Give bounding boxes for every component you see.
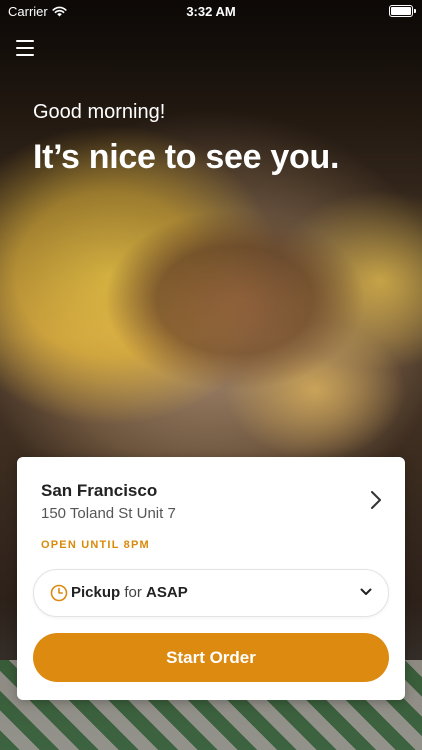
location-card: San Francisco 150 Toland St Unit 7 OPEN … xyxy=(17,457,405,700)
chevron-down-icon xyxy=(360,588,372,595)
menu-line xyxy=(16,40,34,42)
greeting-text: Good morning! xyxy=(33,101,166,123)
for-label: for xyxy=(124,584,142,601)
order-time-label: ASAP xyxy=(146,584,188,601)
open-status-label: OPEN UNTIL 8PM xyxy=(41,539,150,551)
menu-line xyxy=(16,47,34,49)
clock-icon xyxy=(50,584,68,602)
chevron-right-icon[interactable] xyxy=(369,490,383,510)
headline-text: It’s nice to see you. xyxy=(33,138,340,176)
pickup-summary: Pickup for ASAP xyxy=(71,584,188,601)
menu-line xyxy=(16,54,34,56)
pickup-time-selector[interactable]: Pickup for ASAP xyxy=(33,569,389,617)
location-name[interactable]: San Francisco xyxy=(41,481,157,501)
battery-icon xyxy=(389,5,416,17)
start-order-button[interactable]: Start Order xyxy=(33,633,389,682)
hamburger-menu-icon[interactable] xyxy=(16,40,34,56)
status-time: 3:32 AM xyxy=(186,4,236,19)
order-mode-label: Pickup xyxy=(71,584,121,601)
location-address[interactable]: 150 Toland St Unit 7 xyxy=(41,505,176,522)
status-bar: Carrier 3:32 AM xyxy=(0,0,422,22)
